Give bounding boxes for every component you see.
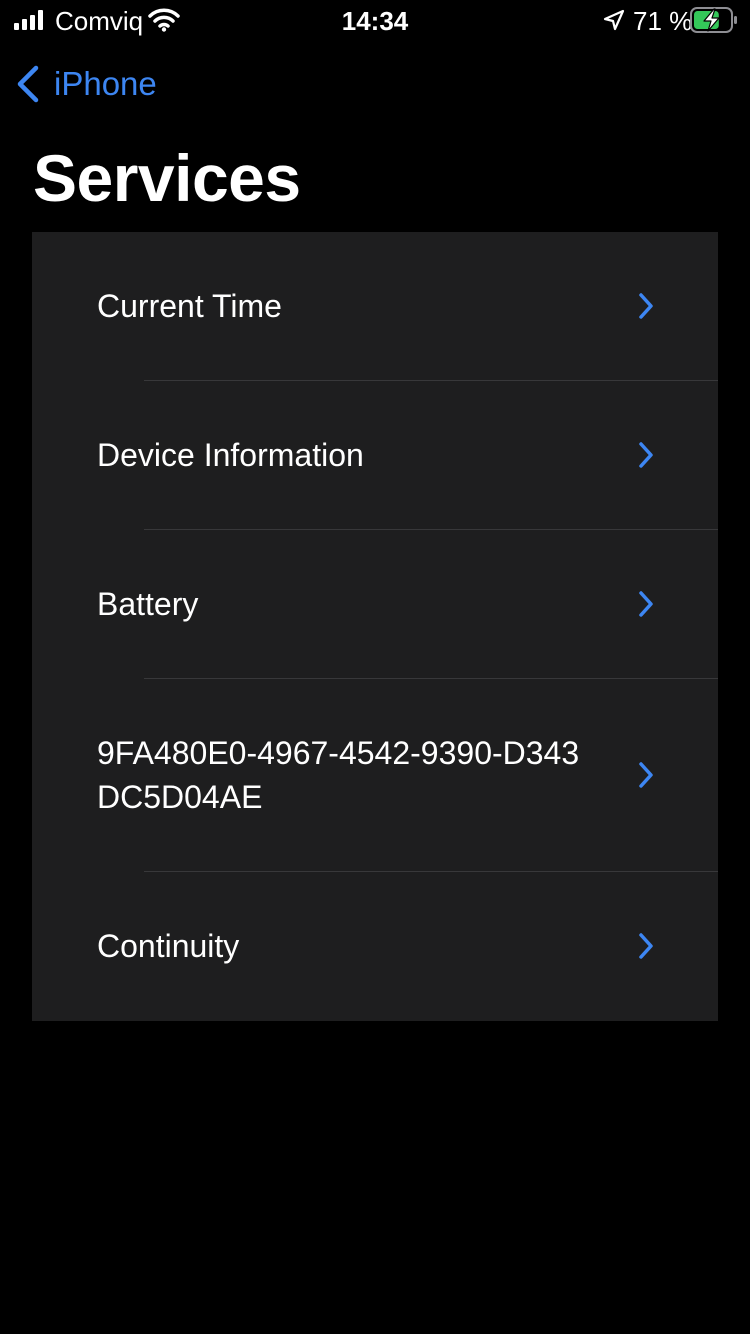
list-item-label: Continuity	[97, 928, 240, 964]
back-button-label: iPhone	[54, 65, 157, 102]
back-button[interactable]: iPhone	[14, 62, 157, 106]
list-item-battery[interactable]: Battery	[32, 530, 718, 678]
chevron-right-icon	[639, 762, 653, 788]
list-item-label: Device Information	[97, 437, 364, 473]
list-item-device-information[interactable]: Device Information	[32, 381, 718, 529]
chevron-right-icon	[639, 442, 653, 468]
chevron-left-icon	[17, 65, 39, 103]
list-item-label: 9FA480E0-4967-4542-9390-D343DC5D04AE	[97, 735, 580, 815]
battery-charging-icon	[690, 7, 737, 33]
chevron-right-icon	[639, 591, 653, 617]
list-item-continuity[interactable]: Continuity	[32, 872, 718, 1021]
services-list: Current Time Device Information Battery …	[32, 232, 718, 1021]
status-bar: Comviq 14:34 71 %	[0, 0, 750, 40]
list-item-current-time[interactable]: Current Time	[32, 232, 718, 380]
chevron-right-icon	[639, 933, 653, 959]
list-item-label: Current Time	[97, 288, 282, 324]
page-title: Services	[33, 141, 301, 215]
list-item-uuid-service[interactable]: 9FA480E0-4967-4542-9390-D343DC5D04AE	[32, 679, 718, 871]
location-icon	[603, 9, 625, 31]
chevron-right-icon	[639, 293, 653, 319]
battery-percentage: 71 %	[633, 6, 693, 36]
list-item-label: Battery	[97, 586, 199, 622]
